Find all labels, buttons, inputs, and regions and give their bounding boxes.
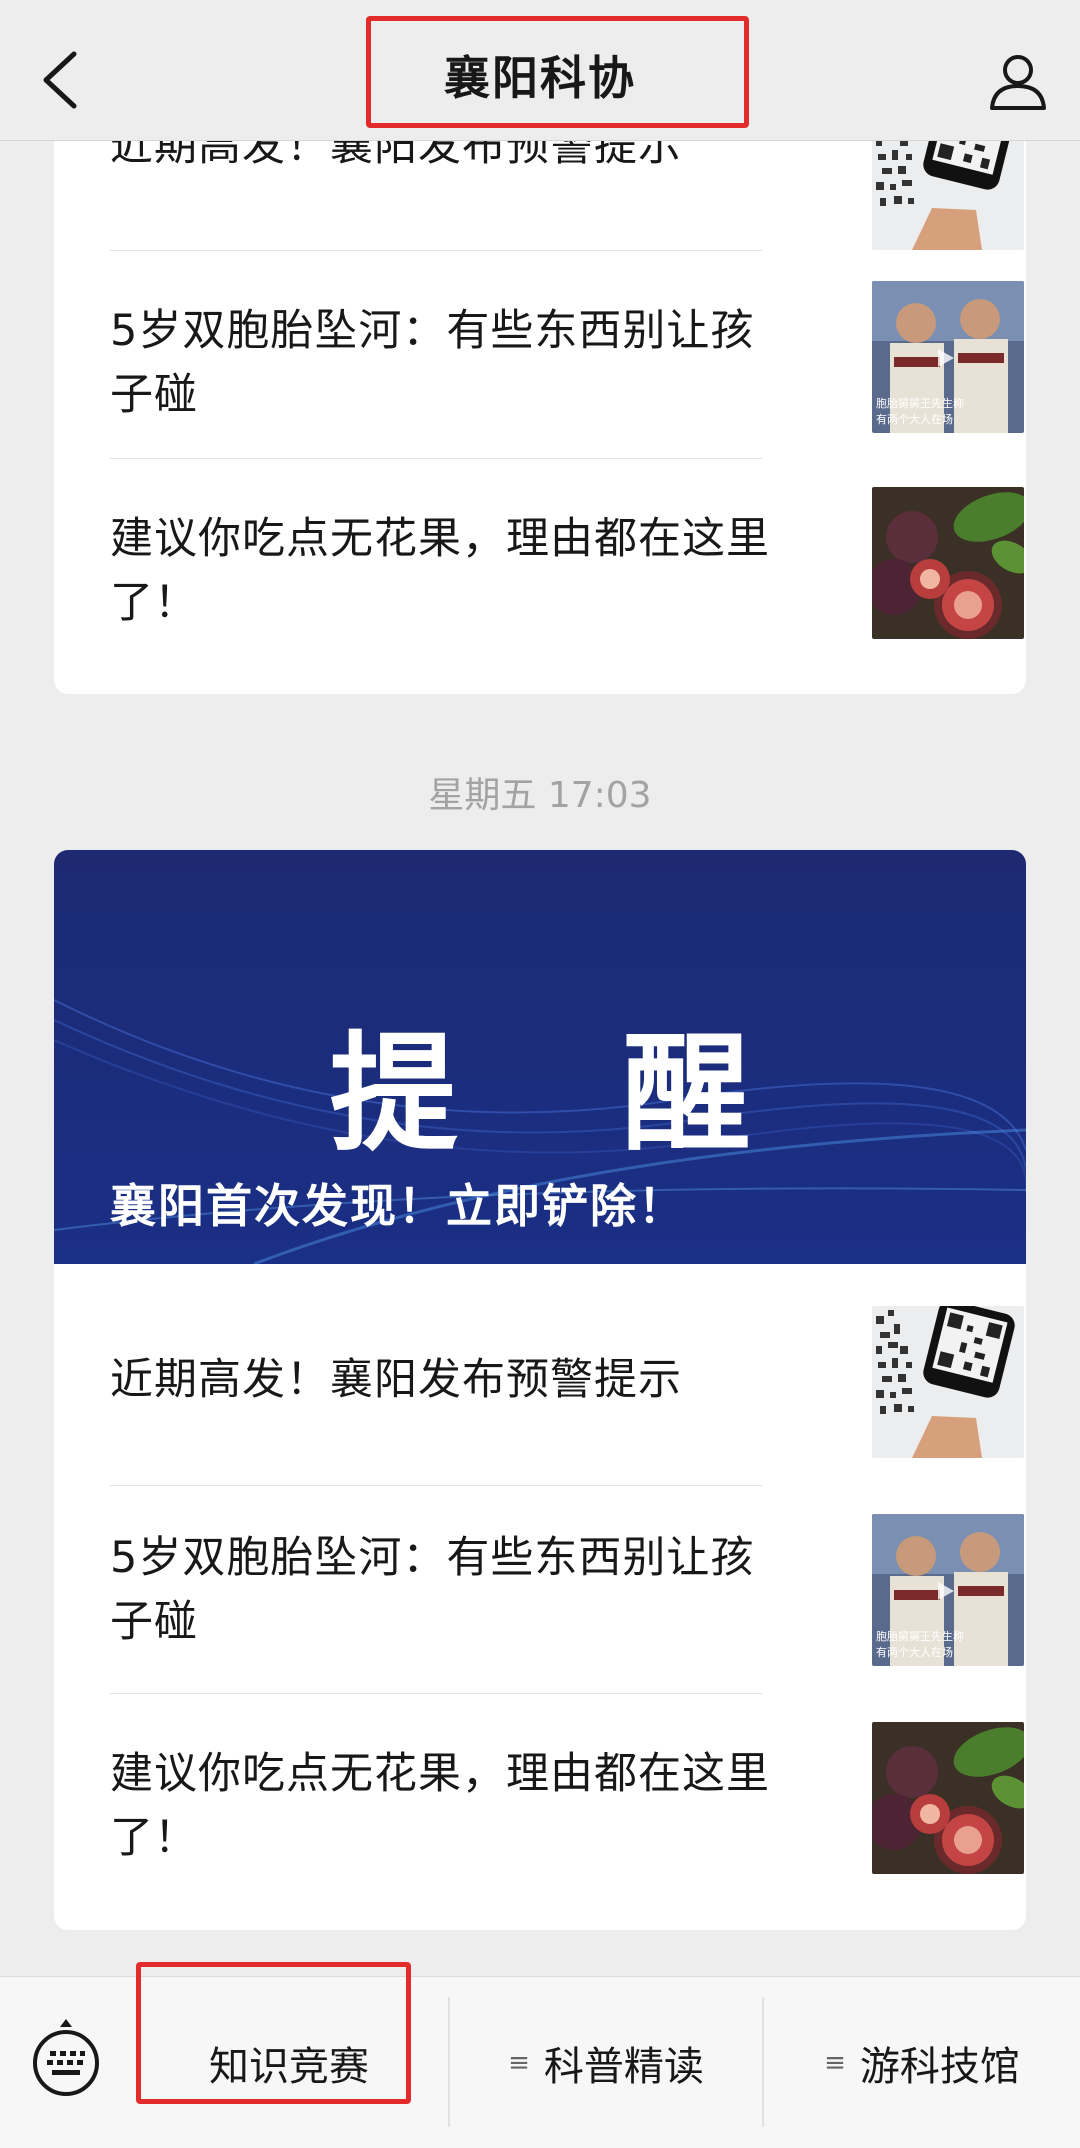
article-title: 建议你吃点无花果，理由都在这里了！ [110,514,770,628]
top-navigation-bar: 襄阳科协 [0,0,1080,141]
article-item[interactable]: 建议你吃点无花果，理由都在这里了！ [110,459,1024,694]
submenu-icon: ≡ [508,2047,530,2078]
message-timestamp: 星期五 17:03 [428,775,652,816]
article-title: 5岁双胞胎坠河：有些东西别让孩子碰 [110,306,755,420]
figs-photo-thumbnail [872,1722,1024,1874]
menu-label: 游科技馆 [859,2043,1020,2090]
qr-phone-thumbnail [872,1306,1024,1458]
banner-heading: 提 醒 [329,1020,811,1169]
thumb-caption-2: 有两个大人在场 [876,412,953,426]
figs-photo-thumbnail [872,487,1024,639]
banner-subtitle: 襄阳首次发现！立即铲除！ [110,1179,686,1233]
article-card-latest: 提 醒 襄阳首次发现！立即铲除！ 近期高发！襄阳发布预警提示 5岁双胞胎坠河：有… [54,850,1026,1930]
article-item[interactable]: 5岁双胞胎坠河：有些东西别让孩子碰 胞胎舅舅王先生称 有两个大人在场 [110,1486,1024,1693]
profile-icon[interactable] [988,52,1048,112]
thumb-caption-1: 胞胎舅舅王先生称 [876,1629,964,1643]
twins-photo-thumbnail: 胞胎舅舅王先生称 有两个大人在场 [872,281,1024,433]
menu-science-museum[interactable]: ≡ 游科技馆 [764,1977,1080,2148]
title-highlight-box [366,16,749,128]
article-item[interactable]: 5岁双胞胎坠河：有些东西别让孩子碰 胞胎舅舅王先生称 有两个大人在场 [110,251,1024,458]
submenu-icon: ≡ [824,2047,846,2078]
lead-article-banner[interactable]: 提 醒 襄阳首次发现！立即铲除！ [54,850,1026,1264]
menu-highlight-box [136,1962,411,2104]
menu-label: 科普精读 [543,2043,704,2090]
menu-science-reading[interactable]: ≡ 科普精读 [450,1977,762,2148]
thumb-caption-2: 有两个大人在场 [876,1645,953,1659]
twins-photo-thumbnail: 胞胎舅舅王先生称 有两个大人在场 [872,1514,1024,1666]
thumb-caption-1: 胞胎舅舅王先生称 [876,396,964,410]
article-title: 5岁双胞胎坠河：有些东西别让孩子碰 [110,1533,755,1647]
article-title: 近期高发！襄阳发布预警提示 [110,1355,682,1405]
keyboard-toggle-icon[interactable] [30,2017,102,2097]
article-item[interactable]: 近期高发！襄阳发布预警提示 [110,1264,1024,1496]
article-title: 建议你吃点无花果，理由都在这里了！ [110,1749,770,1863]
article-item[interactable]: 建议你吃点无花果，理由都在这里了！ [110,1694,1024,1930]
